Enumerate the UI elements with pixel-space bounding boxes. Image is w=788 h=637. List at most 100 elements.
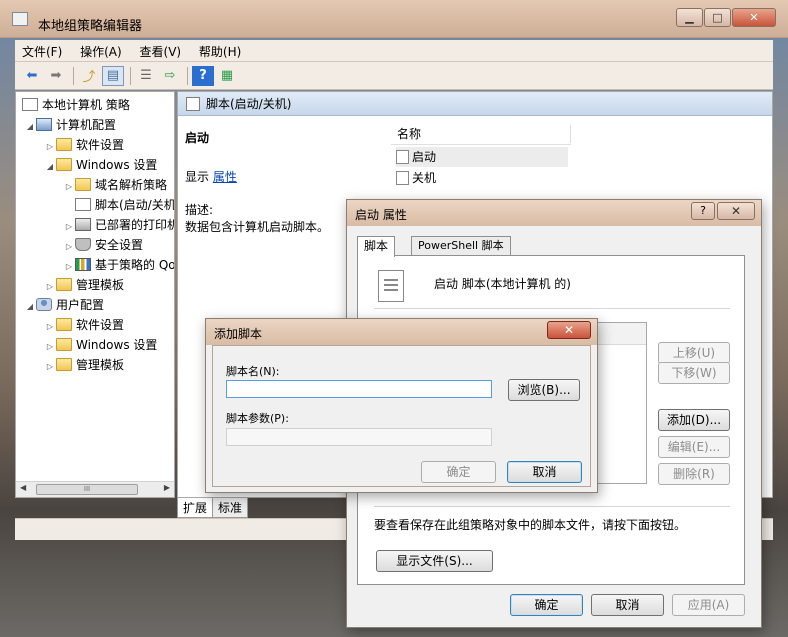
tree-item-scripts[interactable]: 脚本(启动/关机) [63,195,174,215]
menu-file[interactable]: 文件(F) [15,40,69,63]
computer-icon [36,118,52,131]
scripts-heading: 启动 脚本(本地计算机 的) [434,277,571,291]
tab-powershell-scripts[interactable]: PowerShell 脚本 [411,236,511,256]
menu-help[interactable]: 帮助(H) [192,40,248,63]
cancel-button[interactable]: 取消 [591,594,664,616]
add-button[interactable]: 添加(D)... [658,409,730,431]
tree-pane: 本地计算机 策略 ◢ 计算机配置 ▷ 软件设置 ◢ Windows 设置 ▷ 域名解析策… [15,91,175,498]
app-icon [12,12,28,26]
tab-standard[interactable]: 标准 [212,498,249,518]
folder-icon [56,318,72,331]
tree-item-admin-templates[interactable]: ▷ 管理模板 [44,275,124,295]
user-icon [36,298,52,311]
tree-item-computer-config[interactable]: ◢ 计算机配置 [24,115,116,135]
folder-icon [56,138,72,151]
browse-button[interactable]: 浏览(B)... [508,379,580,401]
close-icon[interactable]: ✕ [717,202,755,220]
policy-icon [22,98,38,111]
tree-item-software-settings[interactable]: ▷ 软件设置 [44,135,124,155]
remove-button[interactable]: 删除(R) [658,463,730,485]
tree-item-windows-settings[interactable]: ◢ Windows 设置 [44,155,157,175]
display-label: 显示 [185,170,210,184]
expand-arrow-icon[interactable]: ▷ [63,177,75,197]
window-controls: ▁ □ ✕ [675,8,776,27]
script-params-label: 脚本参数(P): [226,412,289,425]
ok-button[interactable]: 确定 [421,461,496,483]
toolbar-separator [130,66,131,85]
maximize-button[interactable]: □ [704,8,731,27]
back-arrow-icon[interactable]: ⬅ [21,66,43,86]
collapse-arrow-icon[interactable]: ◢ [24,297,36,317]
tree-item-name-resolution[interactable]: ▷ 域名解析策略 [63,175,167,195]
ok-button[interactable]: 确定 [510,594,583,616]
tree-item-user-admin-templates[interactable]: ▷ 管理模板 [44,355,124,375]
tab-scripts[interactable]: 脚本 [357,236,396,257]
tree-horizontal-scrollbar[interactable]: ◀ III ▶ [16,481,174,497]
show-files-hint: 要查看保存在此组策略对象中的脚本文件，请按下面按钮。 [374,518,687,532]
tree-item-local-policy[interactable]: 本地计算机 策略 [22,95,130,115]
dialog-title-bar: 启动 属性 ? ✕ [347,200,761,226]
properties-link[interactable]: 属性 [213,170,237,184]
script-name-input[interactable] [226,380,492,398]
expand-arrow-icon[interactable]: ▷ [44,317,56,337]
export-list-icon[interactable]: ⇨ [159,66,181,86]
show-files-button[interactable]: 显示文件(S)... [376,550,493,572]
close-button[interactable]: ✕ [732,8,776,27]
folder-icon [75,178,91,191]
printer-icon [75,218,91,231]
expand-arrow-icon[interactable]: ▷ [44,137,56,157]
add-script-dialog: 添加脚本 ✕ 脚本名(N): 浏览(B)... 脚本参数(P): 确定 取消 [205,318,598,493]
close-icon[interactable]: ✕ [547,321,591,339]
filter-icon[interactable]: ▦ [216,66,238,86]
list-item-shutdown[interactable]: 关机 [396,168,436,188]
forward-arrow-icon[interactable]: ➡ [45,66,67,86]
menu-view[interactable]: 查看(V) [133,40,189,63]
view-tabs: 扩展 标准 [177,498,249,518]
collapse-arrow-icon[interactable]: ◢ [44,157,56,177]
add-script-body: 脚本名(N): 浏览(B)... 脚本参数(P): 确定 取消 [212,345,591,487]
list-item-startup[interactable]: 启动 [396,147,568,167]
help-icon[interactable]: ? [192,65,214,86]
shield-icon [75,238,91,251]
scrollbar-thumb[interactable]: III [36,484,138,495]
tree-item-qos[interactable]: ▷ 基于策略的 QoS [63,255,174,277]
collapse-arrow-icon[interactable]: ◢ [24,117,36,137]
menu-bar: 文件(F) 操作(A) 查看(V) 帮助(H) [15,40,773,62]
scroll-right-icon[interactable]: ▶ [164,483,170,492]
column-header-name[interactable]: 名称 [391,123,571,145]
edit-button[interactable]: 编辑(E)... [658,436,730,458]
expand-arrow-icon[interactable]: ▷ [44,357,56,377]
folder-icon [56,278,72,291]
move-up-button[interactable]: 上移(U) [658,342,730,364]
show-hide-tree-icon[interactable]: ▤ [102,65,124,86]
dialog-title: 添加脚本 [214,327,263,341]
toolbar: ⬅ ➡ ⤴ ▤ ☰ ⇨ ? ▦ [15,62,773,90]
tree-item-security-settings[interactable]: ▷ 安全设置 [63,235,143,255]
script-params-input[interactable] [226,428,492,446]
expand-arrow-icon[interactable]: ▷ [44,277,56,297]
chart-icon [75,258,91,271]
help-button[interactable]: ? [691,202,715,220]
script-icon [75,198,91,211]
divider [374,308,730,309]
tree-item-printers[interactable]: ▷ 已部署的打印机 [63,215,174,237]
scroll-left-icon[interactable]: ◀ [20,483,26,492]
minimize-button[interactable]: ▁ [676,8,703,27]
move-down-button[interactable]: 下移(W) [658,362,730,384]
menu-action[interactable]: 操作(A) [73,40,129,63]
tree-item-user-windows-settings[interactable]: ▷ Windows 设置 [44,335,157,355]
window-title: 本地组策略编辑器 [38,19,143,34]
tree-item-user-config[interactable]: ◢ 用户配置 [24,295,104,315]
expand-arrow-icon[interactable]: ▷ [63,257,75,277]
tree-item-user-software-settings[interactable]: ▷ 软件设置 [44,315,124,335]
up-folder-icon[interactable]: ⤴ [78,66,100,86]
apply-button[interactable]: 应用(A) [672,594,745,616]
cancel-button[interactable]: 取消 [507,461,582,483]
expand-arrow-icon[interactable]: ▷ [63,217,75,237]
properties-icon[interactable]: ☰ [135,66,157,86]
tab-extended[interactable]: 扩展 [177,498,214,518]
script-icon [186,97,200,111]
expand-arrow-icon[interactable]: ▷ [44,337,56,357]
expand-arrow-icon[interactable]: ▷ [63,237,75,257]
dialog-title: 启动 属性 [355,208,407,222]
